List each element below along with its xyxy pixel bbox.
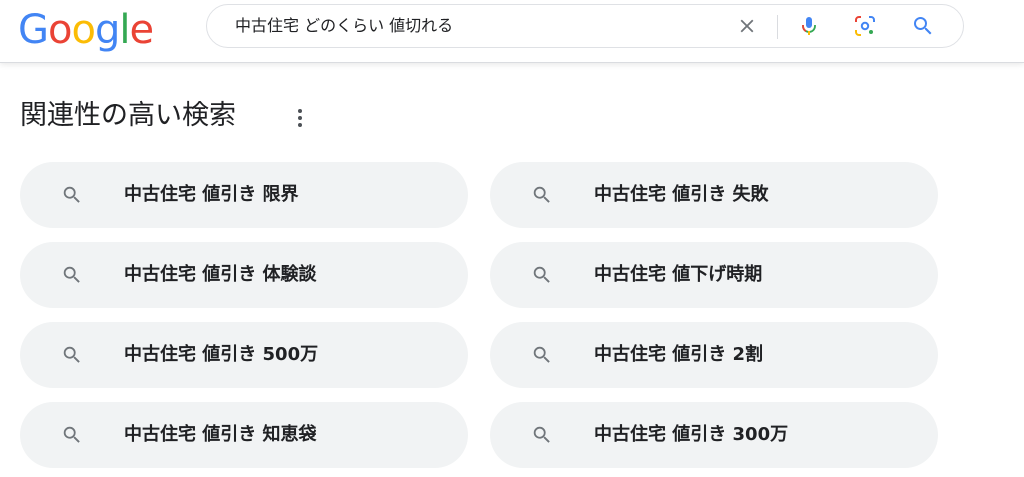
- search-input[interactable]: [235, 5, 715, 47]
- related-search-chip[interactable]: 中古住宅 値引き 2割: [490, 322, 938, 388]
- logo-letter: o: [71, 7, 96, 53]
- related-search-label: 中古住宅 値下げ時期: [594, 264, 763, 285]
- microphone-icon[interactable]: [797, 14, 821, 38]
- search-icon: [60, 423, 84, 447]
- related-search-chip[interactable]: 中古住宅 値引き 300万: [490, 402, 938, 468]
- related-search-chip[interactable]: 中古住宅 値引き 失敗: [490, 162, 938, 228]
- related-search-label: 中古住宅 値引き 500万: [124, 344, 319, 365]
- related-search-label: 中古住宅 値引き 限界: [124, 184, 299, 205]
- related-searches-title: 関連性の高い検索: [20, 100, 236, 131]
- search-icon: [530, 263, 554, 287]
- google-logo[interactable]: Google: [18, 6, 154, 54]
- more-vertical-icon[interactable]: [290, 106, 310, 130]
- logo-letter: G: [18, 7, 49, 53]
- close-icon[interactable]: [735, 14, 759, 38]
- search-icon: [60, 263, 84, 287]
- related-search-label: 中古住宅 値引き 2割: [594, 344, 764, 365]
- related-search-chip[interactable]: 中古住宅 値引き 500万: [20, 322, 468, 388]
- related-search-label: 中古住宅 値引き 失敗: [594, 184, 769, 205]
- search-icon: [530, 423, 554, 447]
- search-icon: [530, 343, 554, 367]
- search-box: [206, 4, 964, 48]
- related-search-chip[interactable]: 中古住宅 値引き 限界: [20, 162, 468, 228]
- search-divider: [777, 15, 778, 39]
- header: Google: [0, 0, 1024, 63]
- related-search-label: 中古住宅 値引き 体験談: [124, 264, 317, 285]
- search-icon: [530, 183, 554, 207]
- related-search-chip[interactable]: 中古住宅 値引き 体験談: [20, 242, 468, 308]
- logo-letter: e: [129, 7, 154, 53]
- related-search-label: 中古住宅 値引き 知恵袋: [124, 424, 317, 445]
- logo-letter: l: [119, 7, 130, 53]
- related-search-chip[interactable]: 中古住宅 値引き 知恵袋: [20, 402, 468, 468]
- search-icon: [60, 183, 84, 207]
- search-icon[interactable]: [911, 14, 935, 38]
- related-search-label: 中古住宅 値引き 300万: [594, 424, 789, 445]
- related-searches-grid: 中古住宅 値引き 限界 中古住宅 値引き 失敗 中古住宅 値引き 体験談 中古住…: [20, 162, 938, 468]
- search-icon: [60, 343, 84, 367]
- camera-lens-icon[interactable]: [853, 14, 877, 38]
- related-search-chip[interactable]: 中古住宅 値下げ時期: [490, 242, 938, 308]
- logo-letter: g: [94, 7, 120, 53]
- logo-letter: o: [48, 7, 73, 53]
